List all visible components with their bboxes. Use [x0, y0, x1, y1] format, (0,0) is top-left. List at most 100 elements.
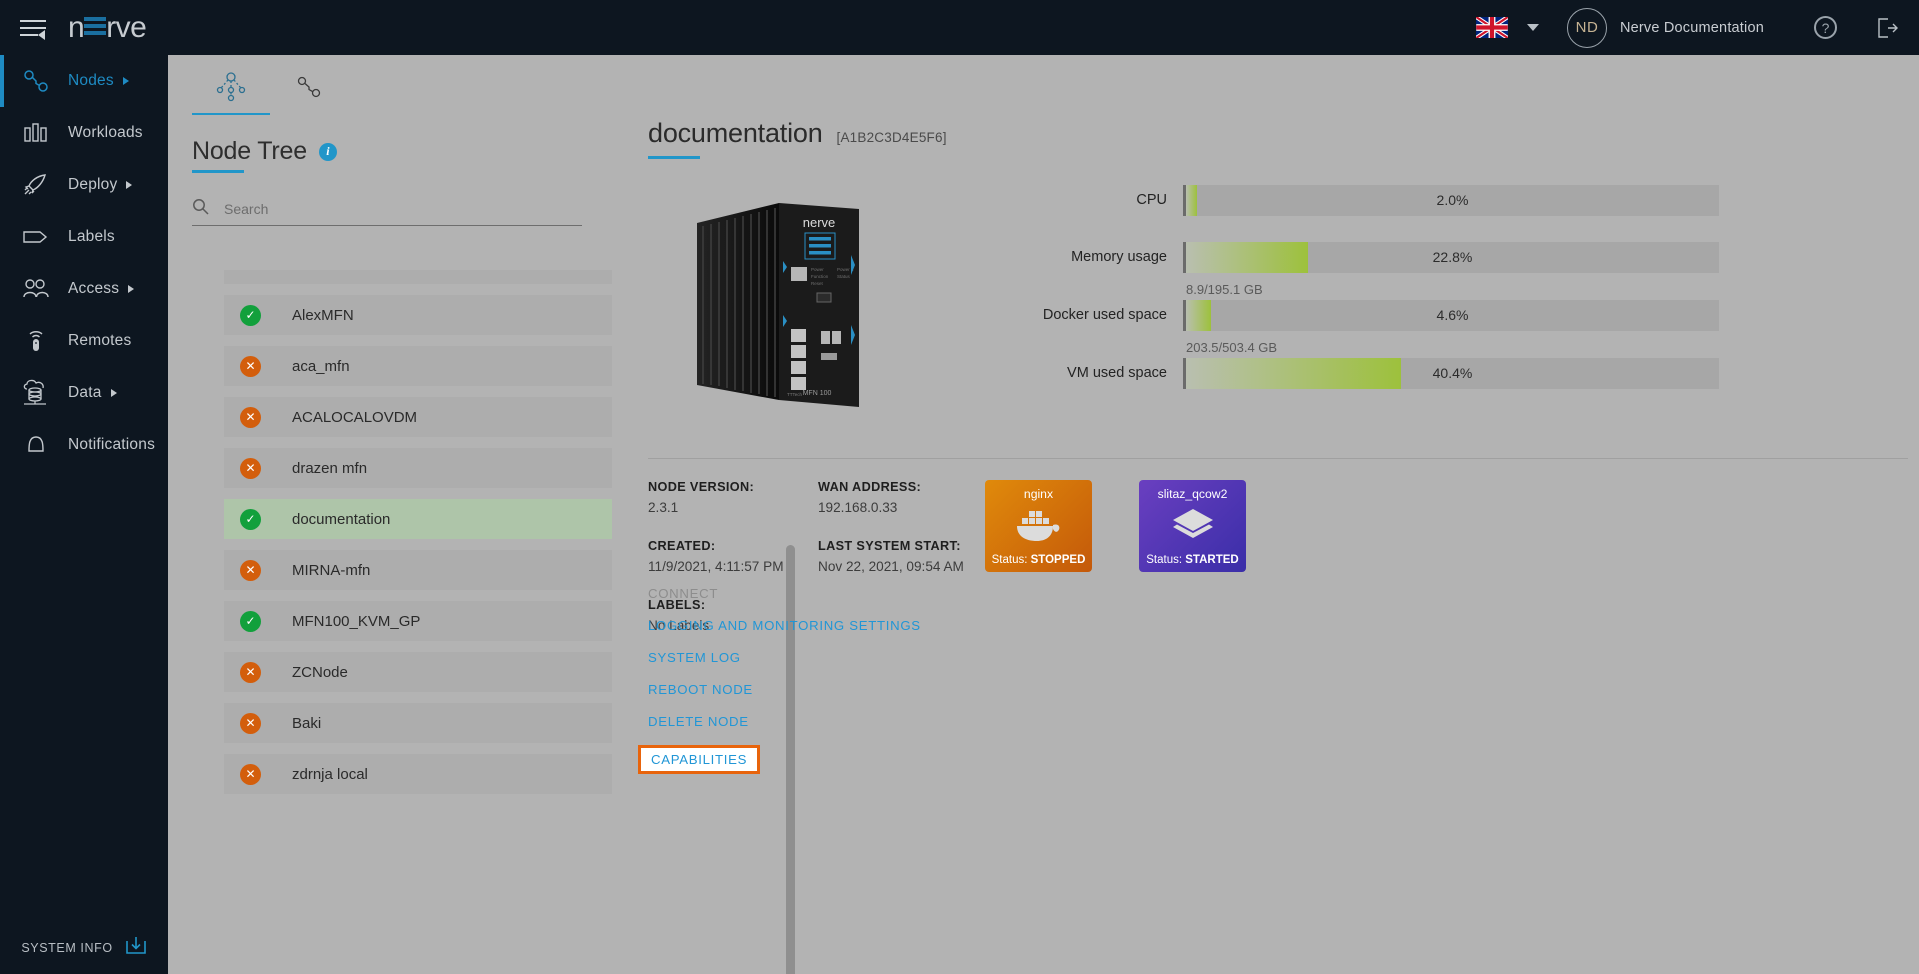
node-list-item-label: ACALOCALOVDM — [292, 409, 417, 426]
system-info-button[interactable]: SYSTEM INFO — [0, 935, 168, 960]
tree-tabs — [168, 55, 638, 115]
node-list-item[interactable]: ✕drazen mfn — [224, 448, 612, 488]
status-error-icon: ✕ — [240, 356, 261, 377]
svg-text:Power: Power — [811, 267, 824, 272]
vm-layers-icon — [1165, 503, 1221, 548]
metric-spacer — [968, 216, 1768, 242]
brand-equals-glyph — [84, 15, 106, 37]
node-list-item[interactable]: ✓documentation — [224, 499, 612, 539]
info-last-system-start: LAST SYSTEM START: Nov 22, 2021, 09:54 A… — [818, 539, 1008, 574]
users-icon — [18, 273, 54, 305]
question-mark-icon[interactable]: ? — [1814, 16, 1837, 39]
info-label: LAST SYSTEM START: — [818, 539, 1008, 553]
node-list-item[interactable]: ✕ aca_mfn — [224, 346, 612, 386]
metric-bar: 22.8% — [1183, 242, 1719, 273]
info-created: CREATED: 11/9/2021, 4:11:57 PM — [648, 539, 818, 574]
metrics-panel: CPU2.0%Memory usage22.8%8.9/195.1 GBDock… — [968, 185, 1768, 415]
node-list-item[interactable]: ✓AlexMFN — [224, 295, 612, 335]
sidebar-item-label: Workloads — [68, 124, 143, 142]
action-row: DELETE NODE — [648, 713, 921, 745]
brand-suffix: rve — [106, 11, 146, 45]
info-label: NODE VERSION: — [648, 480, 818, 494]
workloads-icon — [18, 117, 54, 149]
info-value: 2.3.1 — [648, 500, 818, 515]
sidebar-item-label: Labels — [68, 228, 115, 246]
node-list-item[interactable]: ✕zdrnja local — [224, 754, 612, 794]
sidebar-item-remotes[interactable]: Remotes — [0, 315, 168, 367]
tab-node-tree[interactable] — [192, 63, 270, 115]
search-input[interactable] — [224, 201, 564, 217]
metric-percent: 22.8% — [1186, 242, 1719, 273]
svg-text:MFN 100: MFN 100 — [802, 390, 831, 397]
action-row: LOGGING AND MONITORING SETTINGS — [648, 617, 921, 649]
metric-bar: 4.6% — [1183, 300, 1719, 331]
sidebar-item-access[interactable]: Access — [0, 263, 168, 315]
action-link-system-log[interactable]: SYSTEM LOG — [648, 650, 741, 665]
title-underline — [648, 156, 700, 159]
action-link-delete-node[interactable]: DELETE NODE — [648, 714, 749, 729]
sidebar-item-labels[interactable]: Labels — [0, 211, 168, 263]
cloud-database-icon — [18, 377, 54, 409]
workload-card[interactable]: slitaz_qcow2Status: STARTED — [1139, 480, 1246, 572]
nodes-icon — [18, 65, 54, 97]
tab-node-list[interactable] — [270, 63, 348, 115]
title-underline — [192, 170, 244, 173]
action-row: SYSTEM LOG — [648, 649, 921, 681]
svg-text:TTTech: TTTech — [787, 392, 803, 397]
workload-card[interactable]: nginxStatus: STOPPED — [985, 480, 1092, 572]
sidebar-item-workloads[interactable]: Workloads — [0, 107, 168, 159]
app-root: n rve ND Nerve Documentation ? — [0, 0, 1919, 974]
info-wan-address: WAN ADDRESS: 192.168.0.33 — [818, 480, 1008, 515]
language-chevron-down-icon[interactable] — [1527, 24, 1539, 31]
workload-status-prefix: Status: — [1146, 554, 1185, 566]
workload-name: slitaz_qcow2 — [1158, 487, 1228, 501]
sidebar: Nodes Workloads Deploy — [0, 55, 168, 974]
user-menu[interactable]: ND Nerve Documentation — [1567, 8, 1764, 48]
node-list-item[interactable]: ✓MFN100_KVM_GP — [224, 601, 612, 641]
node-list-item-label: zdrnja local — [292, 766, 368, 783]
sidebar-item-deploy[interactable]: Deploy — [0, 159, 168, 211]
metric-row: VM used space40.4% — [968, 358, 1768, 389]
node-actions: CONNECTLOGGING AND MONITORING SETTINGSSY… — [648, 585, 921, 790]
nerve-logo: n rve — [68, 11, 146, 45]
action-link-capabilities[interactable]: CAPABILITIES — [638, 745, 760, 774]
action-link-reboot-node[interactable]: REBOOT NODE — [648, 682, 753, 697]
node-list-item-label: AlexMFN — [292, 307, 354, 324]
metric-percent: 2.0% — [1186, 185, 1719, 216]
docker-whale-icon — [1011, 503, 1067, 548]
status-error-icon: ✕ — [240, 458, 261, 479]
node-list-item[interactable]: ✕ZCNode — [224, 652, 612, 692]
top-bar: n rve ND Nerve Documentation ? — [0, 0, 1919, 55]
node-list-item-label: documentation — [292, 511, 390, 528]
metric-bar: 2.0% — [1183, 185, 1719, 216]
device-photo: nerve PowerPower L FunctionStatus Reset — [648, 190, 918, 425]
search-row — [192, 198, 582, 226]
info-icon[interactable]: i — [319, 143, 337, 161]
info-column-right: WAN ADDRESS: 192.168.0.33 LAST SYSTEM ST… — [818, 480, 1008, 598]
divider — [648, 458, 1908, 459]
chevron-right-icon — [111, 389, 117, 397]
search-icon — [192, 198, 209, 220]
node-list-item[interactable]: ✕MIRNA-mfn — [224, 550, 612, 590]
metric-row: CPU2.0% — [968, 185, 1768, 216]
uk-flag-icon[interactable] — [1476, 17, 1508, 38]
node-list[interactable]: ✓AlexMFN✕aca_mfn✕ACALOCALOVDM✕drazen mfn… — [168, 270, 638, 974]
logout-icon[interactable] — [1875, 16, 1899, 40]
hamburger-icon[interactable] — [20, 18, 46, 38]
node-list-item-label: ZCNode — [292, 664, 348, 681]
sidebar-item-data[interactable]: Data — [0, 367, 168, 419]
node-list-item-label: aca_mfn — [292, 358, 350, 375]
info-node-version: NODE VERSION: 2.3.1 — [648, 480, 818, 515]
top-bar-right: ND Nerve Documentation ? — [1476, 8, 1919, 48]
node-list-item-label: MFN100_KVM_GP — [292, 613, 420, 630]
node-list-item[interactable]: ✕Baki — [224, 703, 612, 743]
sidebar-item-nodes[interactable]: Nodes — [0, 55, 168, 107]
node-serial: [A1B2C3D4E5F6] — [837, 130, 947, 145]
sidebar-item-label: Access — [68, 280, 119, 298]
sidebar-item-notifications[interactable]: Notifications — [0, 419, 168, 471]
action-link-logging-and-monitoring-settings[interactable]: LOGGING AND MONITORING SETTINGS — [648, 618, 921, 633]
workload-cards: nginxStatus: STOPPEDslitaz_qcow2Status: … — [985, 480, 1246, 572]
node-tree-pane: Node Tree i ✓AlexMFN✕aca_mfn✕ACALOCALOVD… — [168, 55, 638, 974]
node-list-item[interactable]: ✕ACALOCALOVDM — [224, 397, 612, 437]
sidebar-item-label: Notifications — [68, 436, 155, 454]
